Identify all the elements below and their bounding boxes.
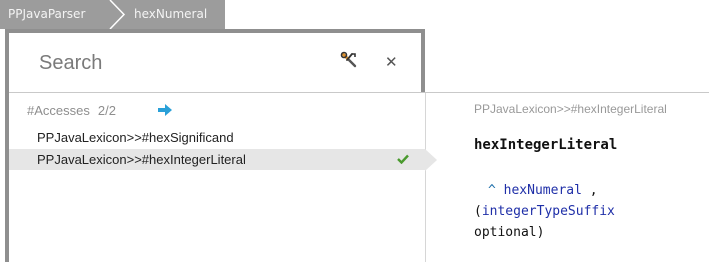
search-box: ✕ <box>9 33 421 92</box>
list-item[interactable]: PPJavaLexicon>>#hexSignificand <box>9 127 425 148</box>
code-text: , <box>581 183 598 198</box>
code-text: ( <box>474 204 482 219</box>
results-count: 2/2 <box>97 103 116 118</box>
search-input[interactable] <box>39 49 299 77</box>
list-item-label: PPJavaLexicon>>#hexIntegerLiteral <box>37 152 246 167</box>
checkmark-icon <box>397 154 409 164</box>
list-item-label: PPJavaLexicon>>#hexSignificand <box>37 130 234 145</box>
method-name: hexIntegerLiteral <box>474 137 618 153</box>
panel-divider-vertical <box>425 93 426 262</box>
breadcrumb-label: hexNumeral <box>134 7 208 21</box>
selection-pointer-icon <box>425 149 437 171</box>
code-line-1: ^ hexNumeral , <box>488 180 598 201</box>
close-icon[interactable]: ✕ <box>385 52 398 72</box>
panel-divider-horizontal <box>9 92 709 93</box>
list-item-selected[interactable]: PPJavaLexicon>>#hexIntegerLiteral <box>9 149 425 170</box>
code-ref-integertypesuffix[interactable]: integerTypeSuffix <box>482 204 615 219</box>
arrow-right-icon[interactable] <box>158 104 172 116</box>
return-caret: ^ <box>488 183 496 198</box>
results-header: #Accesses 2/2 <box>27 103 116 118</box>
breadcrumb: PPJavaParser hexNumeral <box>0 0 225 29</box>
code-ref-hexnumeral[interactable]: hexNumeral <box>504 183 582 198</box>
code-line-3: optional) <box>474 225 545 240</box>
tools-icon[interactable] <box>340 51 358 69</box>
results-label: #Accesses <box>27 103 90 118</box>
code-line-2: (integerTypeSuffix <box>474 201 615 222</box>
breadcrumb-separator-icon <box>109 0 126 29</box>
frame-border-right <box>421 29 425 92</box>
detail-title: PPJavaLexicon>>#hexIntegerLiteral <box>474 102 667 116</box>
